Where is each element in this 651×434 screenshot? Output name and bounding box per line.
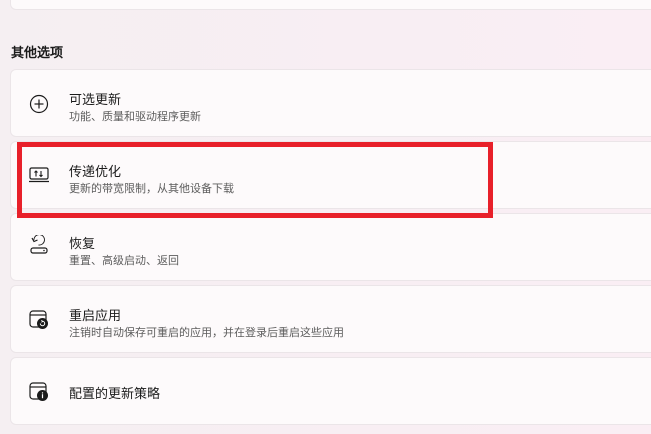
recovery-subtitle: 重置、高级启动、返回 [69, 254, 179, 267]
recovery-icon [28, 235, 50, 257]
update-policy-icon [28, 381, 50, 403]
previous-settings-card [10, 0, 651, 10]
restart-apps-subtitle: 注销时自动保存可重启的应用，并在登录后重启这些应用 [69, 326, 344, 339]
settings-page: 其他选项 可选更新 功能、质量和驱动程序更新 传递优化 更新的带宽限制，从其他设… [0, 0, 651, 434]
highlight-box [17, 142, 493, 218]
optional-updates-subtitle: 功能、质量和驱动程序更新 [69, 110, 201, 123]
optional-updates-title: 可选更新 [69, 93, 122, 108]
recovery-item[interactable]: 恢复 重置、高级启动、返回 [10, 213, 651, 281]
recovery-title: 恢复 [69, 237, 96, 252]
section-title: 其他选项 [11, 46, 64, 61]
optional-updates-item[interactable]: 可选更新 功能、质量和驱动程序更新 [10, 69, 651, 137]
restart-apps-icon [28, 309, 50, 331]
update-policy-item[interactable]: 配置的更新策略 [10, 357, 651, 425]
restart-apps-item[interactable]: 重启应用 注销时自动保存可重启的应用，并在登录后重启这些应用 [10, 285, 651, 353]
plus-circle-icon [28, 93, 50, 115]
restart-apps-title: 重启应用 [69, 309, 122, 324]
update-policy-title: 配置的更新策略 [69, 387, 161, 402]
